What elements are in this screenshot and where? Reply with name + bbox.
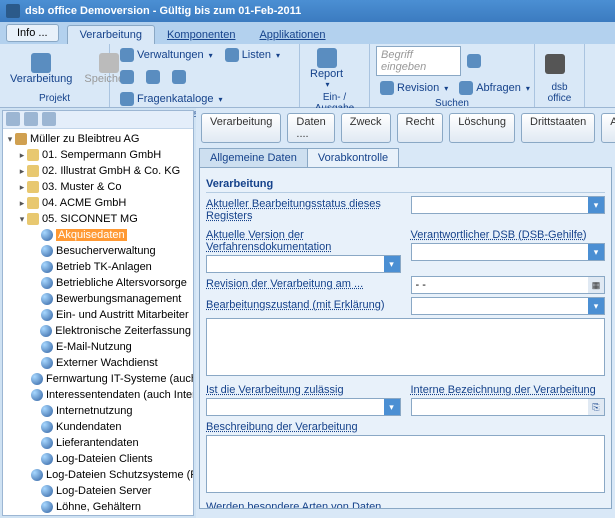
input-status[interactable]: ▾ xyxy=(411,196,606,214)
ribbon-verarbeitung-button[interactable]: Verarbeitung xyxy=(6,51,76,87)
tree-node[interactable]: Personalorganisation (Versetzun xyxy=(3,515,193,516)
dropdown-icon[interactable]: ▾ xyxy=(384,399,400,415)
form-tabs: Allgemeine Daten Vorabkontrolle xyxy=(199,148,612,167)
tree-tool-2[interactable] xyxy=(24,112,38,126)
info-tab[interactable]: Info ... xyxy=(6,24,59,42)
dropdown-icon[interactable]: ▾ xyxy=(588,244,604,260)
tree-tool-1[interactable] xyxy=(6,112,20,126)
main-tabstrip: Info ... Verarbeitung Komponenten Applik… xyxy=(0,22,615,44)
tree-node[interactable]: Akquisedaten xyxy=(3,227,193,243)
ribbon-group-dsb: dsb office xyxy=(541,81,578,105)
tree-node[interactable]: Ein- und Austritt Mitarbeiter xyxy=(3,307,193,323)
tree-toolbar xyxy=(3,111,193,129)
ribbon-revision-button[interactable]: Revision xyxy=(376,79,452,97)
ribbon-group-projekt: Projekt xyxy=(6,92,103,105)
dropdown-icon[interactable]: ▾ xyxy=(588,298,604,314)
input-revision-date[interactable]: - -▦ xyxy=(411,276,606,294)
tree-node[interactable]: Log-Dateien Clients xyxy=(3,451,193,467)
btn-verarbeitung[interactable]: Verarbeitung xyxy=(201,113,281,143)
ribbon-abfragen-button[interactable]: Abfragen xyxy=(455,79,534,97)
link-icon[interactable]: ⎘ xyxy=(588,399,604,415)
tree-node[interactable]: Betriebliche Altersvorsorge xyxy=(3,275,193,291)
textarea-zustand[interactable] xyxy=(206,318,605,376)
tree-node[interactable]: Log-Dateien Schutzsysteme (FW xyxy=(3,467,193,483)
tree-node[interactable]: Betrieb TK-Anlagen xyxy=(3,259,193,275)
tree-node[interactable]: ▾05. SICONNET MG xyxy=(3,211,193,227)
window-titlebar: dsb office Demoversion - Gültig bis zum … xyxy=(0,0,615,22)
tree[interactable]: ▾Müller zu Bleibtreu AG▸01. Sempermann G… xyxy=(3,129,193,516)
tree-node[interactable]: Externer Wachdienst xyxy=(3,355,193,371)
btn-drittstaaten[interactable]: Drittstaaten xyxy=(521,113,595,143)
input-intern[interactable]: ⎘ xyxy=(411,398,606,416)
btn-loeschung[interactable]: Löschung xyxy=(449,113,515,143)
label-zustand: Bearbeitungszustand (mit Erklärung) xyxy=(206,297,401,313)
ribbon-fragenkataloge-button[interactable]: Fragenkataloge xyxy=(116,90,226,108)
label-intern: Interne Bezeichnung der Verarbeitung xyxy=(411,382,606,398)
tree-node[interactable]: ▸03. Muster & Co xyxy=(3,179,193,195)
tree-node[interactable]: Log-Dateien Server xyxy=(3,483,193,499)
tree-node[interactable]: ▸02. Illustrat GmbH & Co. KG xyxy=(3,163,193,179)
tree-node[interactable]: Fernwartung IT-Systeme (auch S xyxy=(3,371,193,387)
btn-zweck[interactable]: Zweck xyxy=(341,113,391,143)
section-verarbeitung: Verarbeitung xyxy=(206,176,605,193)
label-beschreibung: Beschreibung der Verarbeitung xyxy=(206,419,605,435)
textarea-beschreibung[interactable] xyxy=(206,435,605,493)
calendar-icon[interactable]: ▦ xyxy=(588,277,604,293)
action-button-row: Verarbeitung Daten .... Zweck Recht Lösc… xyxy=(199,111,612,148)
tree-node[interactable]: Lieferantendaten xyxy=(3,435,193,451)
ribbon: Verarbeitung Speichern Projekt Verwaltun… xyxy=(0,44,615,108)
dropdown-icon[interactable]: ▾ xyxy=(588,197,604,213)
tree-node[interactable]: Bewerbungsmanagement xyxy=(3,291,193,307)
tab-komponenten[interactable]: Komponenten xyxy=(155,26,248,44)
tree-node[interactable]: Besucherverwaltung xyxy=(3,243,193,259)
input-zulaessig[interactable]: ▾ xyxy=(206,398,401,416)
label-zulaessig: Ist die Verarbeitung zulässig xyxy=(206,382,401,398)
tree-node[interactable]: E-Mail-Nutzung xyxy=(3,339,193,355)
content-pane: Verarbeitung Daten .... Zweck Recht Lösc… xyxy=(196,108,615,518)
tree-node[interactable]: ▸04. ACME GmbH xyxy=(3,195,193,211)
tree-node[interactable]: Internetnutzung xyxy=(3,403,193,419)
tree-node[interactable]: ▾Müller zu Bleibtreu AG xyxy=(3,131,193,147)
ribbon-dsboffice-button[interactable] xyxy=(541,52,569,76)
ribbon-report-button[interactable]: Report xyxy=(306,46,347,91)
tree-node[interactable]: Löhne, Gehältern xyxy=(3,499,193,515)
btn-daten[interactable]: Daten .... xyxy=(287,113,334,143)
input-version[interactable]: ▾ xyxy=(206,255,401,273)
label-besondere: Werden besondere Arten von Daten verarbe… xyxy=(206,499,401,509)
ribbon-edit1-button[interactable] xyxy=(116,68,138,86)
search-input[interactable]: Begriff eingeben xyxy=(376,46,461,76)
label-version: Aktuelle Version der Verfahrensdokumenta… xyxy=(206,227,401,255)
ribbon-listen-button[interactable]: Listen xyxy=(221,46,284,64)
window-title: dsb office Demoversion - Gültig bis zum … xyxy=(25,5,301,17)
dropdown-icon[interactable]: ▾ xyxy=(384,256,400,272)
search-go-button[interactable] xyxy=(463,52,485,70)
btn-auftrag[interactable]: Auftrag xyxy=(601,113,615,143)
btn-recht[interactable]: Recht xyxy=(397,113,444,143)
formtab-vorabkontrolle[interactable]: Vorabkontrolle xyxy=(307,148,399,167)
tab-verarbeitung[interactable]: Verarbeitung xyxy=(67,25,155,44)
tree-node[interactable]: ▸01. Sempermann GmbH xyxy=(3,147,193,163)
label-dsb: Verantwortlicher DSB (DSB-Gehilfe) xyxy=(411,227,606,243)
tree-node[interactable]: Interessentendaten (auch Intern xyxy=(3,387,193,403)
form-panel: Verarbeitung Aktueller Bearbeitungsstatu… xyxy=(199,167,612,509)
ribbon-edit2-button[interactable] xyxy=(142,68,164,86)
app-icon xyxy=(6,4,20,18)
tab-applikationen[interactable]: Applikationen xyxy=(247,26,337,44)
input-zustand[interactable]: ▾ xyxy=(411,297,606,315)
input-dsb[interactable]: ▾ xyxy=(411,243,606,261)
label-revision: Revision der Verarbeitung am ... xyxy=(206,276,401,292)
tree-node[interactable]: Elektronische Zeiterfassung xyxy=(3,323,193,339)
ribbon-verwaltungen-button[interactable]: Verwaltungen xyxy=(116,46,217,64)
label-status: Aktueller Bearbeitungsstatus dieses Regi… xyxy=(206,196,401,224)
tree-node[interactable]: Kundendaten xyxy=(3,419,193,435)
tree-pane: ▾Müller zu Bleibtreu AG▸01. Sempermann G… xyxy=(2,110,194,516)
formtab-allgemeine[interactable]: Allgemeine Daten xyxy=(199,148,308,167)
ribbon-edit3-button[interactable] xyxy=(168,68,190,86)
tree-tool-3[interactable] xyxy=(42,112,56,126)
